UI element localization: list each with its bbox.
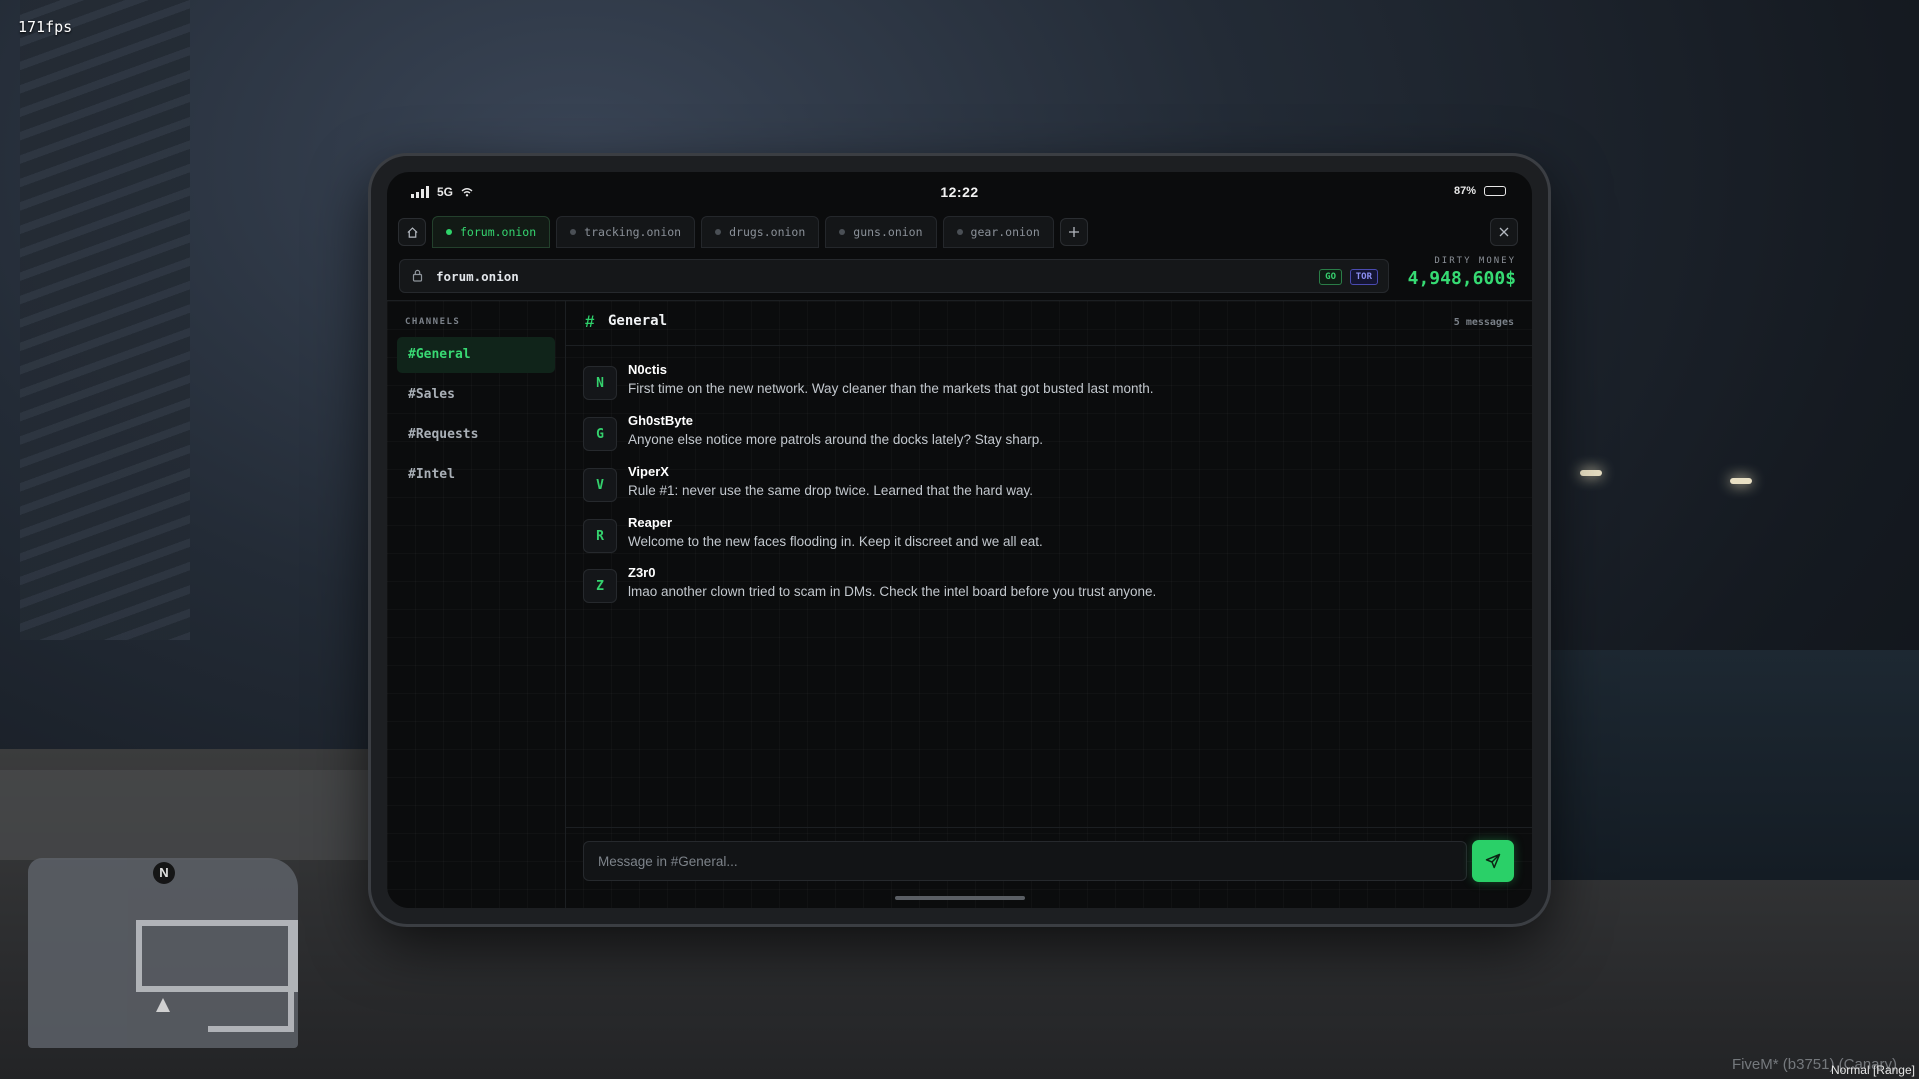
tab-drugs-onion[interactable]: drugs.onion [701, 216, 820, 248]
message-author: N0ctis [628, 362, 668, 377]
message-text: Anyone else notice more patrols around t… [628, 432, 1043, 447]
status-bar: 5G 12:22 87% [387, 172, 1532, 210]
address-row: forum.onion GO TOR DIRTY MONEY 4,948,600… [387, 254, 1532, 300]
sidebar-item-general[interactable]: #General [397, 337, 555, 373]
browser-tab-bar: forum.onion tracking.onion drugs.onion g… [387, 210, 1532, 254]
minimap: N [28, 858, 298, 1048]
tab-label: gear.onion [970, 225, 1040, 239]
battery-icon [1484, 186, 1506, 196]
channels-heading: CHANNELS [405, 317, 461, 327]
message-item: N N0ctis First time on the new network. … [583, 362, 1512, 406]
message-item: G Gh0stByte Anyone else notice more patr… [583, 413, 1512, 457]
tab-guns-onion[interactable]: guns.onion [825, 216, 937, 248]
go-badge[interactable]: GO [1319, 269, 1342, 285]
sidebar-item-sales[interactable]: #Sales [397, 377, 555, 413]
avatar: R [583, 519, 617, 553]
tablet-screen: 5G 12:22 87% forum.onion tracking.onion [387, 172, 1532, 908]
tab-label: tracking.onion [584, 225, 682, 239]
battery-percent: 87% [1453, 185, 1476, 197]
tab-status-dot [715, 229, 722, 235]
message-composer [566, 827, 1532, 908]
message-text: lmao another clown tried to scam in DMs.… [628, 584, 1157, 599]
tab-label: drugs.onion [729, 225, 806, 239]
message-text: Welcome to the new faces flooding in. Ke… [628, 534, 1043, 549]
tab-status-dot [570, 229, 577, 235]
channel-main: # General 5 messages N N0ctis First time… [566, 301, 1532, 908]
message-count: 5 messages [1453, 317, 1514, 328]
message-item: R Reaper Welcome to the new faces floodi… [583, 515, 1512, 559]
scene-tower [20, 0, 190, 640]
address-bar[interactable]: forum.onion GO TOR [399, 259, 1389, 293]
home-indicator[interactable] [894, 896, 1025, 900]
fps-counter: 171fps [18, 18, 73, 36]
avatar: Z [583, 569, 617, 603]
tor-badge: TOR [1349, 269, 1378, 285]
tab-tracking-onion[interactable]: tracking.onion [556, 216, 696, 248]
address-url: forum.onion [436, 269, 519, 284]
channel-header: # General 5 messages [566, 301, 1532, 346]
message-text: First time on the new network. Way clean… [628, 381, 1154, 396]
scene-lights [1580, 470, 1780, 490]
close-icon [1499, 227, 1509, 237]
lock-icon [412, 269, 423, 282]
home-button[interactable] [398, 218, 426, 246]
message-author: ViperX [628, 464, 669, 479]
avatar: N [583, 366, 617, 400]
tab-label: forum.onion [460, 225, 537, 239]
tab-status-dot [956, 229, 963, 235]
add-tab-button[interactable] [1059, 218, 1088, 246]
tab-status-dot [446, 229, 452, 235]
forum-body: CHANNELS #General #Sales #Requests #Inte… [387, 300, 1532, 908]
tab-forum-onion[interactable]: forum.onion [432, 216, 551, 248]
avatar: G [583, 417, 617, 451]
sidebar-item-requests[interactable]: #Requests [397, 417, 555, 453]
voice-mode: Normal [Range] [1830, 1063, 1915, 1077]
scene-water [1540, 650, 1919, 880]
send-icon [1485, 853, 1501, 869]
message-text: Rule #1: never use the same drop twice. … [628, 483, 1033, 498]
minimap-north: N [153, 862, 175, 884]
avatar: V [583, 468, 617, 502]
tab-status-dot [839, 229, 846, 235]
minimap-building [208, 920, 294, 1032]
channel-sidebar: CHANNELS #General #Sales #Requests #Inte… [387, 301, 566, 908]
minimap-player-marker [156, 998, 170, 1012]
channel-title: General [608, 313, 668, 329]
dirty-money-display: DIRTY MONEY 4,948,600$ [1408, 256, 1516, 289]
dirty-money-label: DIRTY MONEY [1434, 256, 1516, 266]
message-author: Z3r0 [628, 565, 656, 580]
plus-icon [1068, 227, 1079, 237]
message-author: Gh0stByte [628, 413, 694, 428]
tab-gear-onion[interactable]: gear.onion [942, 216, 1054, 248]
message-input[interactable] [583, 841, 1467, 881]
message-item: Z Z3r0 lmao another clown tried to scam … [583, 565, 1512, 609]
home-icon [406, 226, 418, 238]
message-author: Reaper [628, 515, 673, 530]
scene-pier [0, 770, 380, 860]
status-clock: 12:22 [940, 184, 979, 200]
hash-icon: # [585, 312, 595, 331]
tab-label: guns.onion [853, 225, 923, 239]
dirty-money-amount: 4,948,600$ [1407, 268, 1516, 289]
close-browser-button[interactable] [1490, 218, 1518, 246]
send-button[interactable] [1472, 840, 1514, 882]
tablet: 5G 12:22 87% forum.onion tracking.onion [371, 156, 1548, 924]
message-item: V ViperX Rule #1: never use the same dro… [583, 464, 1512, 508]
sidebar-item-intel[interactable]: #Intel [397, 457, 555, 493]
